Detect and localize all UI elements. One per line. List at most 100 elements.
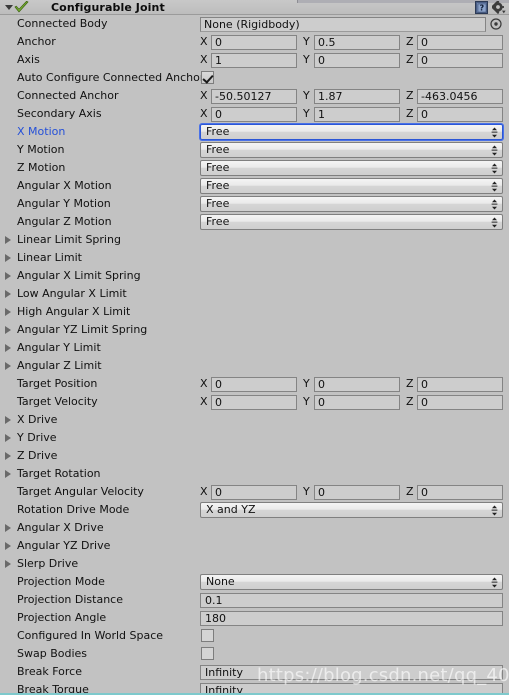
vector3-field-group: X1Y0Z0 [200,52,503,68]
header-actions: ? [475,0,506,15]
property-label: Angular X Motion [17,179,112,192]
number-field-y[interactable]: 0 [314,376,400,392]
updown-arrows-icon [491,127,498,138]
property-label[interactable]: Angular YZ Drive [0,537,110,555]
triangle-right-icon[interactable] [5,326,11,334]
property-label: Projection Distance [17,593,123,606]
triangle-right-icon[interactable] [5,470,11,478]
triangle-right-icon[interactable] [5,272,11,280]
property-row: Break Force Infinity [0,663,509,681]
property-label: Configured In World Space [17,629,164,642]
triangle-down-icon[interactable] [4,3,13,12]
dropdown-value: Free [206,161,230,174]
object-field[interactable]: None (Rigidbody) [200,16,486,32]
help-book-icon[interactable]: ? [475,1,488,14]
dropdown-select[interactable]: None [200,574,503,590]
number-field-x[interactable]: -50.50127 [211,88,297,104]
property-label[interactable]: Target Rotation [0,465,101,483]
property-label: Connected Anchor [17,89,119,102]
property-label[interactable]: Low Angular X Limit [0,285,127,303]
number-field-x[interactable]: 0 [211,394,297,410]
number-field-y[interactable]: 0 [314,52,400,68]
number-field-y[interactable]: 0 [314,484,400,500]
dropdown-select[interactable]: X and YZ [200,502,503,518]
dropdown-value: Free [206,215,230,228]
number-field-z[interactable]: 0 [417,484,503,500]
property-label[interactable]: Angular Z Limit [0,357,102,375]
dropdown-select[interactable]: Free [200,214,503,230]
triangle-right-icon[interactable] [5,308,11,316]
property-row: Axis X 1 Y 0 Z 0 [0,51,509,69]
dropdown-select[interactable]: Free [200,196,503,212]
number-field-x[interactable]: 0 [211,484,297,500]
number-field[interactable]: Infinity [200,664,503,680]
number-field-z[interactable]: 0 [417,376,503,392]
axis-label-x: X [200,107,208,120]
triangle-right-icon[interactable] [5,290,11,298]
vector3-field-group: X0Y0Z0 [200,376,503,392]
number-field-x[interactable]: 0 [211,106,297,122]
number-field-y[interactable]: 0 [314,394,400,410]
property-label[interactable]: Angular Y Limit [0,339,101,357]
axis-label-x: X [200,35,208,48]
number-field-y[interactable]: 1.87 [314,88,400,104]
property-label[interactable]: Linear Limit Spring [0,231,121,249]
checkbox[interactable] [201,629,214,642]
dropdown-group: Free [200,196,503,212]
number-field-y[interactable]: 1 [314,106,400,122]
property-label[interactable]: Angular YZ Limit Spring [0,321,147,339]
dropdown-select[interactable]: Free [200,160,503,176]
number-field-z[interactable]: 0 [417,52,503,68]
updown-arrows-icon [491,145,498,156]
svg-text:?: ? [479,4,484,13]
property-row: Angular X Drive [0,519,509,537]
triangle-right-icon[interactable] [5,524,11,532]
dropdown-select[interactable]: Free [200,142,503,158]
number-field[interactable]: 0.1 [200,592,503,608]
triangle-right-icon[interactable] [5,560,11,568]
triangle-right-icon[interactable] [5,362,11,370]
number-field-z[interactable]: 0 [417,106,503,122]
property-label[interactable]: Linear Limit [0,249,82,267]
property-row: Secondary Axis X 0 Y 1 Z 0 [0,105,509,123]
dropdown-select[interactable]: Free [200,178,503,194]
property-row: Linear Limit Spring [0,231,509,249]
property-label: Z Motion [17,161,66,174]
property-row: X Motion Free [0,123,509,141]
updown-arrows-icon [491,199,498,210]
triangle-right-icon[interactable] [5,344,11,352]
number-field-z[interactable]: 0 [417,34,503,50]
triangle-right-icon[interactable] [5,434,11,442]
checkbox[interactable] [201,647,214,660]
triangle-right-icon[interactable] [5,542,11,550]
number-field-y[interactable]: 0.5 [314,34,400,50]
property-row: Angular X Limit Spring [0,267,509,285]
number-field-x[interactable]: 0 [211,376,297,392]
property-label[interactable]: Angular X Limit Spring [0,267,141,285]
object-picker-icon[interactable] [489,17,503,31]
vector3-field-group: X 0 Y 0.5 Z 0 [200,34,503,50]
updown-arrows-icon [491,505,498,516]
component-header[interactable]: Configurable Joint ? [0,0,509,15]
number-field-x[interactable]: 0 [211,34,297,50]
triangle-right-icon[interactable] [5,452,11,460]
number-field[interactable]: 180 [200,610,503,626]
property-label[interactable]: Angular X Drive [0,519,104,537]
property-label[interactable]: Slerp Drive [0,555,78,573]
triangle-right-icon[interactable] [5,416,11,424]
property-label: Rotation Drive Mode [17,503,130,516]
property-label: Anchor [17,35,56,48]
number-field-x[interactable]: 1 [211,52,297,68]
property-label[interactable]: High Angular X Limit [0,303,130,321]
dropdown-select[interactable]: Free [200,124,503,140]
triangle-right-icon[interactable] [5,254,11,262]
property-row: Angular X Motion Free [0,177,509,195]
gear-icon[interactable] [490,0,506,15]
number-field-z[interactable]: 0 [417,394,503,410]
property-row: Angular Z Limit [0,357,509,375]
triangle-right-icon[interactable] [5,236,11,244]
checkbox[interactable] [201,71,214,84]
dropdown-value: Free [206,197,230,210]
number-field-z[interactable]: -463.0456 [417,88,503,104]
property-label: Auto Configure Connected Anchor [17,71,202,84]
